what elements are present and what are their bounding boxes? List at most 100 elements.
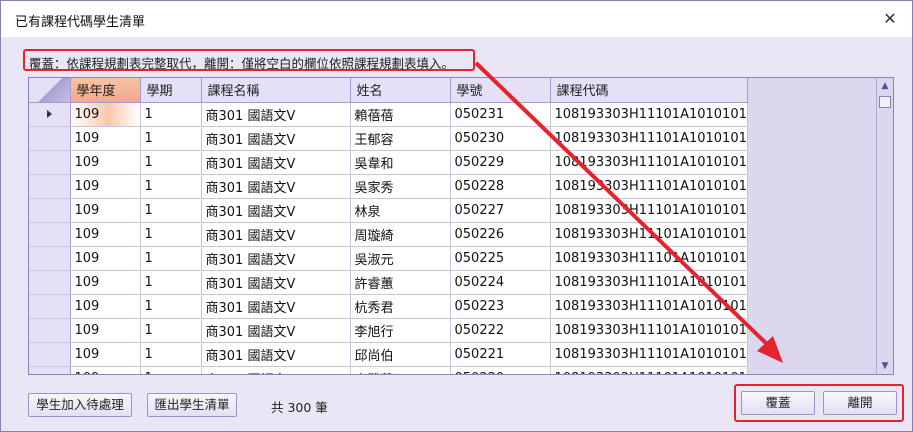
row-header[interactable] <box>29 270 71 295</box>
table-cell[interactable]: 商301 國語文Ⅴ <box>201 318 351 343</box>
table-cell[interactable]: 109 <box>70 294 141 319</box>
table-cell[interactable]: 商301 國語文Ⅴ <box>201 198 351 223</box>
table-cell[interactable]: 050227 <box>450 198 551 223</box>
table-cell[interactable]: 109 <box>70 342 141 367</box>
table-cell[interactable]: 商301 國語文Ⅴ <box>201 342 351 367</box>
column-header[interactable]: 學號 <box>450 78 551 103</box>
scroll-up-icon[interactable]: ▲ <box>877 78 893 94</box>
table-cell[interactable]: 吳韋和 <box>350 150 451 175</box>
table-cell[interactable]: 109 <box>70 150 141 175</box>
table-cell[interactable]: 商301 國語文Ⅴ <box>201 246 351 271</box>
table-cell[interactable]: 108193303H11101A1010101 <box>550 366 748 374</box>
table-cell[interactable]: 杭秀君 <box>350 294 451 319</box>
table-row[interactable]: 109 1 商301 國語文Ⅴ 王郁容 050230 108193303H11101A10… <box>29 126 748 151</box>
table-cell[interactable]: 050224 <box>450 270 551 295</box>
table-cell[interactable]: 林泉 <box>350 198 451 223</box>
table-cell[interactable]: 108193303H11101A1010101 <box>550 150 748 175</box>
table-cell[interactable]: 050226 <box>450 222 551 247</box>
table-cell[interactable]: 050231 <box>450 102 551 127</box>
row-header[interactable] <box>29 174 71 199</box>
table-cell[interactable]: 商301 國語文Ⅴ <box>201 102 351 127</box>
table-row[interactable]: 109 1 商301 國語文Ⅴ 林泉 050227 108193303H11101A101… <box>29 198 748 223</box>
student-grid[interactable]: 學年度 學期 課程名稱 姓名 學號 課程代碼 109 1 商301 國語文Ⅴ 賴蓓蓓 050231… <box>28 77 894 375</box>
overwrite-button[interactable]: 覆蓋 <box>741 391 815 415</box>
table-row[interactable]: 109 1 商301 國語文Ⅴ 吳韋和 050229 108193303H11101A10… <box>29 150 748 175</box>
table-cell[interactable]: 109 <box>70 246 141 271</box>
column-header[interactable]: 課程代碼 <box>550 78 748 103</box>
row-header[interactable] <box>29 366 71 374</box>
table-cell[interactable]: 108193303H11101A1010101 <box>550 294 748 319</box>
table-cell[interactable]: 商301 國語文Ⅴ <box>201 150 351 175</box>
table-cell[interactable]: 周璇綺 <box>350 222 451 247</box>
table-cell[interactable]: 109 <box>70 318 141 343</box>
row-header[interactable] <box>29 294 71 319</box>
row-header[interactable] <box>29 318 71 343</box>
table-cell[interactable]: 邱尚伯 <box>350 342 451 367</box>
close-icon[interactable]: ✕ <box>878 7 902 31</box>
table-cell[interactable]: 王郁容 <box>350 126 451 151</box>
table-cell[interactable]: 賴蓓蓓 <box>350 102 451 127</box>
table-cell[interactable]: 商301 國語文Ⅴ <box>201 174 351 199</box>
table-cell[interactable]: 1 <box>140 102 202 127</box>
table-cell[interactable]: 050229 <box>450 150 551 175</box>
table-cell[interactable]: 商301 國語文Ⅴ <box>201 366 351 374</box>
table-cell[interactable]: 1 <box>140 318 202 343</box>
table-cell[interactable]: 1 <box>140 222 202 247</box>
table-cell[interactable]: 109 <box>70 198 141 223</box>
table-row[interactable]: 1091商301 國語文Ⅴ李雅菁050220108193303H11101A10… <box>29 366 748 374</box>
column-header[interactable]: 姓名 <box>350 78 451 103</box>
scroll-down-icon[interactable]: ▼ <box>877 358 893 374</box>
select-all-corner[interactable] <box>29 78 71 103</box>
table-cell[interactable]: 108193303H11101A1010101 <box>550 126 748 151</box>
column-header[interactable]: 學期 <box>140 78 202 103</box>
table-cell[interactable]: 商301 國語文Ⅴ <box>201 294 351 319</box>
table-cell[interactable]: 李雅菁 <box>350 366 451 374</box>
table-cell[interactable]: 050220 <box>450 366 551 374</box>
column-header[interactable]: 學年度 <box>70 78 141 103</box>
table-cell[interactable]: 108193303H11101A1010101 <box>550 102 748 127</box>
table-cell[interactable]: 108193303H11101A1010101 <box>550 222 748 247</box>
table-cell[interactable]: 1 <box>140 366 202 374</box>
table-cell[interactable]: 109 <box>70 174 141 199</box>
add-pending-button[interactable]: 學生加入待處理 <box>28 393 132 417</box>
table-cell[interactable]: 1 <box>140 342 202 367</box>
table-row[interactable]: 109 1 商301 國語文Ⅴ 杭秀君 050223 108193303H11101A10… <box>29 294 748 319</box>
table-row[interactable]: 109 1 商301 國語文Ⅴ 賴蓓蓓 050231 108193303H11101A10… <box>29 102 748 127</box>
table-cell[interactable]: 050222 <box>450 318 551 343</box>
table-cell[interactable]: 許睿蕙 <box>350 270 451 295</box>
table-row[interactable]: 109 1 商301 國語文Ⅴ 周璇綺 050226 108193303H11101A10… <box>29 222 748 247</box>
table-cell[interactable]: 1 <box>140 246 202 271</box>
leave-button[interactable]: 離開 <box>823 391 897 415</box>
table-cell[interactable]: 1 <box>140 174 202 199</box>
table-cell[interactable]: 1 <box>140 198 202 223</box>
table-row[interactable]: 109 1 商301 國語文Ⅴ 邱尚伯 050221 108193303H11101A10… <box>29 342 748 367</box>
export-students-button[interactable]: 匯出學生清單 <box>147 393 237 417</box>
table-cell[interactable]: 108193303H11101A1010101 <box>550 342 748 367</box>
table-cell[interactable]: 109 <box>70 366 141 374</box>
table-cell[interactable]: 商301 國語文Ⅴ <box>201 222 351 247</box>
table-cell[interactable]: 050223 <box>450 294 551 319</box>
table-cell[interactable]: 1 <box>140 270 202 295</box>
table-row[interactable]: 109 1 商301 國語文Ⅴ 吳家秀 050228 108193303H11101A10… <box>29 174 748 199</box>
table-cell[interactable]: 109 <box>70 126 141 151</box>
table-cell[interactable]: 李旭行 <box>350 318 451 343</box>
title-bar[interactable]: 已有課程代碼學生清單 ✕ <box>1 1 912 37</box>
scroll-thumb[interactable] <box>879 96 891 108</box>
table-cell[interactable]: 108193303H11101A1010101 <box>550 318 748 343</box>
table-cell[interactable]: 050225 <box>450 246 551 271</box>
table-cell[interactable]: 108193303H11101A1010101 <box>550 270 748 295</box>
table-cell[interactable]: 108193303H11101A1010101 <box>550 174 748 199</box>
table-cell[interactable]: 1 <box>140 126 202 151</box>
table-row[interactable]: 109 1 商301 國語文Ⅴ 李旭行 050222 108193303H11101A10… <box>29 318 748 343</box>
table-row[interactable]: 109 1 商301 國語文Ⅴ 吳淑元 050225 108193303H11101A10… <box>29 246 748 271</box>
row-header[interactable] <box>29 102 71 127</box>
table-cell[interactable]: 050221 <box>450 342 551 367</box>
row-header[interactable] <box>29 246 71 271</box>
table-cell[interactable]: 吳淑元 <box>350 246 451 271</box>
table-cell[interactable]: 1 <box>140 150 202 175</box>
row-header[interactable] <box>29 342 71 367</box>
table-cell[interactable]: 109 <box>70 102 141 127</box>
row-header[interactable] <box>29 150 71 175</box>
table-cell[interactable]: 1 <box>140 294 202 319</box>
table-cell[interactable]: 商301 國語文Ⅴ <box>201 270 351 295</box>
